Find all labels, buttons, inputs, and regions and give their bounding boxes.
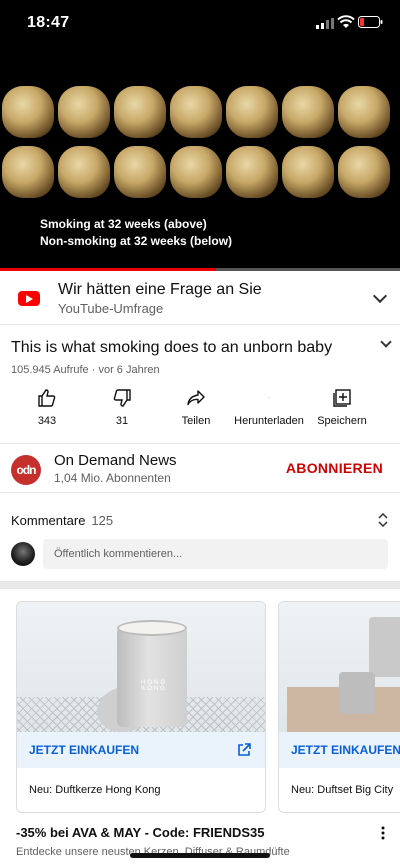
save-label: Speichern <box>317 415 367 427</box>
like-button[interactable]: 343 <box>27 388 67 427</box>
share-button[interactable]: Teilen <box>175 388 217 427</box>
download-icon <box>268 397 270 398</box>
status-time: 18:47 <box>27 14 70 31</box>
video-title[interactable]: This is what smoking does to an unborn b… <box>11 339 332 357</box>
battery-icon <box>358 16 383 28</box>
comments-header: Kommentare 125 <box>11 513 113 528</box>
like-count: 343 <box>37 415 57 427</box>
more-options-icon[interactable] <box>381 826 385 840</box>
section-divider <box>0 581 400 589</box>
video-player[interactable]: Smoking at 32 weeks (above) Non-smoking … <box>0 46 400 271</box>
wifi-icon <box>337 15 355 28</box>
thumbs-up-icon <box>38 389 56 407</box>
shop-now-button[interactable]: JETZT EINKAUFEN <box>279 732 400 768</box>
signal-icon <box>316 18 334 29</box>
youtube-logo-icon <box>18 291 40 306</box>
product-label: HONG KONG <box>141 680 167 692</box>
ad-card-description: Neu: Duftset Big City <box>291 784 394 796</box>
channel-avatar[interactable]: odn <box>11 455 41 485</box>
shop-now-label: JETZT EINKAUFEN <box>29 743 140 757</box>
home-indicator[interactable] <box>130 853 270 858</box>
expand-description-icon[interactable] <box>380 336 392 348</box>
comments-label: Kommentare <box>11 513 86 528</box>
caption-line-1: Smoking at 32 weeks (above) <box>40 217 207 231</box>
comments-section[interactable]: Kommentare 125 Öffentlich kommentieren... <box>0 506 400 576</box>
ad-card[interactable]: HONG KONG JETZT EINKAUFEN Neu: Duftkerze… <box>16 601 266 813</box>
subscriber-count: 1,04 Mio. Abonnenten <box>54 471 171 485</box>
external-link-icon <box>238 743 251 756</box>
save-button[interactable]: Speichern <box>314 388 370 427</box>
status-bar: 18:47 <box>0 0 400 46</box>
product-image-set <box>279 602 400 732</box>
video-frames <box>0 86 400 206</box>
add-to-playlist-icon <box>333 389 351 407</box>
survey-subtitle: YouTube-Umfrage <box>58 301 164 316</box>
channel-row: odn On Demand News 1,04 Mio. Abonnenten … <box>0 443 400 493</box>
shop-now-button[interactable]: JETZT EINKAUFEN <box>17 732 265 768</box>
survey-title: Wir hätten eine Frage an Sie <box>58 281 262 298</box>
subscribe-button[interactable]: ABONNIEREN <box>286 460 383 476</box>
shop-now-label: JETZT EINKAUFEN <box>291 743 400 757</box>
channel-name[interactable]: On Demand News <box>54 452 177 469</box>
chevron-down-icon[interactable] <box>372 288 388 304</box>
ad-card[interactable]: JETZT EINKAUFEN Neu: Duftset Big City <box>278 601 400 813</box>
comments-count: 125 <box>91 513 114 528</box>
ad-card-description: Neu: Duftkerze Hong Kong <box>29 784 161 796</box>
dislike-button[interactable]: 31 <box>102 388 142 427</box>
expand-collapse-icon[interactable] <box>378 513 388 527</box>
comment-input[interactable]: Öffentlich kommentieren... <box>43 539 388 569</box>
download-label: Herunterladen <box>234 415 304 427</box>
share-icon <box>187 390 205 406</box>
thumbs-down-icon <box>113 389 131 407</box>
ad-title[interactable]: -35% bei AVA & MAY - Code: FRIENDS35 <box>16 825 265 840</box>
action-bar: 343 31 Teilen Herunterladen Speichern <box>0 388 400 434</box>
dislike-count: 31 <box>115 415 129 427</box>
product-image-candle: HONG KONG <box>17 602 265 732</box>
video-caption: Smoking at 32 weeks (above) Non-smoking … <box>40 216 232 250</box>
share-label: Teilen <box>181 415 211 427</box>
download-button[interactable]: Herunterladen <box>230 388 308 427</box>
user-avatar <box>11 542 35 566</box>
video-meta: 105.945 Aufrufe · vor 6 Jahren <box>11 364 160 376</box>
caption-line-2: Non-smoking at 32 weeks (below) <box>40 234 233 248</box>
survey-banner[interactable]: Wir hätten eine Frage an Sie YouTube-Umf… <box>0 271 400 325</box>
